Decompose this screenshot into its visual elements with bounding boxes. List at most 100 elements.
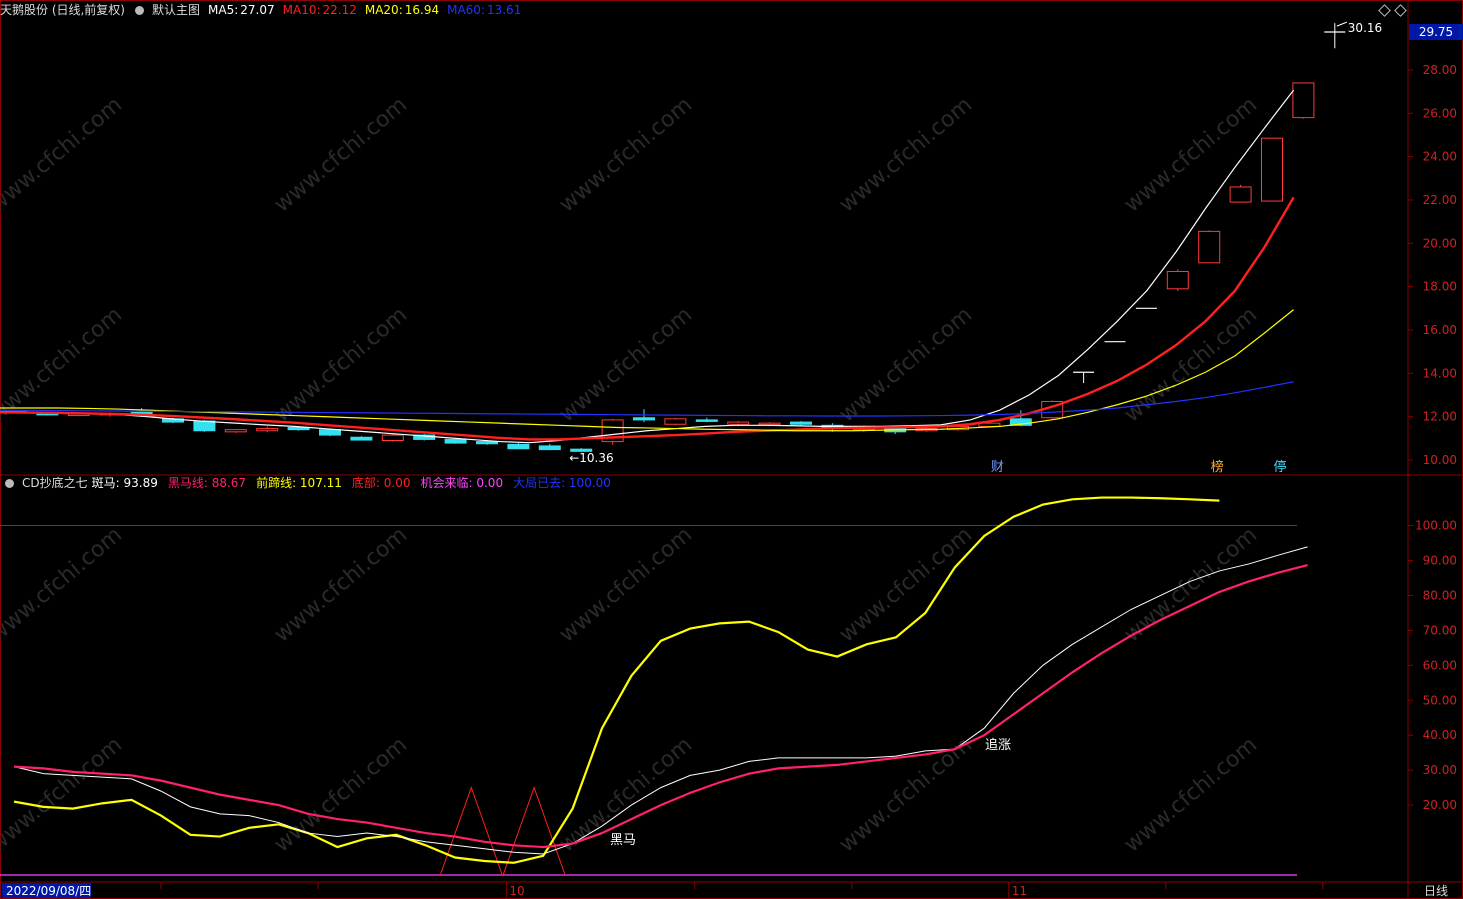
price-tick-label: 28.00 xyxy=(1423,63,1457,77)
watermark-text: www.cfchi.com xyxy=(555,92,697,217)
dropdown-icon[interactable] xyxy=(135,6,144,15)
candle-body xyxy=(256,428,279,432)
candle-body xyxy=(758,422,781,426)
indicator-tick-label: 20.00 xyxy=(1423,798,1457,812)
price-tick-label: 18.00 xyxy=(1423,280,1457,294)
date-label: 2022/09/08/四 xyxy=(6,884,91,898)
ma20-value: 16.94 xyxy=(404,3,440,17)
event-marker: 财 xyxy=(991,460,1004,475)
watermark-text: www.cfchi.com xyxy=(270,302,412,427)
indicator-tick-label: 100.00 xyxy=(1415,519,1457,533)
candle-body xyxy=(193,420,216,432)
ma60-legend: MA60: 13.61 xyxy=(447,3,521,17)
ma10-legend: MA10: 22.12 xyxy=(283,3,357,17)
high-price-label: 30.16 xyxy=(1348,21,1382,35)
price-tick-label: 24.00 xyxy=(1423,150,1457,164)
candle-body xyxy=(350,436,373,441)
price-tick-label: 20.00 xyxy=(1423,236,1457,250)
watermark-text: www.cfchi.com xyxy=(0,92,127,217)
dropdown-icon[interactable] xyxy=(5,479,14,488)
ma-line-ma20 xyxy=(0,309,1294,432)
candle-body xyxy=(790,421,812,425)
template-name[interactable]: 默认主图 xyxy=(152,3,200,17)
current-price-label: 29.75 xyxy=(1419,25,1453,39)
indicator-tick-label: 40.00 xyxy=(1423,728,1457,742)
ma10-label: MA10: xyxy=(282,3,321,17)
main-chart-header: 天鹅股份 (日线,前复权) 默认主图 MA5: 27.07 MA10: 22.12 MA20… xyxy=(0,1,529,19)
indicator-legend-4: 机会来临: 0.00 xyxy=(420,476,504,490)
candle-body xyxy=(1229,186,1252,203)
candle-body xyxy=(507,443,530,450)
ma60-value: 13.61 xyxy=(486,3,522,17)
candle-body xyxy=(224,429,247,433)
ma5-label: MA5: xyxy=(208,3,239,17)
event-marker: 停 xyxy=(1273,459,1286,475)
watermark-text: www.cfchi.com xyxy=(835,302,977,427)
candle-body xyxy=(633,417,655,421)
candle-body xyxy=(381,434,404,441)
indicator-header: CD抄底之七 斑马: 93.89 黑马线: 88.67 前蹄线: 107.11 底部: … xyxy=(0,474,629,492)
zebra-line xyxy=(13,546,1308,855)
candle-body xyxy=(1261,137,1283,202)
ma5-value: 27.07 xyxy=(240,3,275,17)
indicator-tick-label: 90.00 xyxy=(1423,553,1457,567)
month-label: 10 xyxy=(509,884,524,898)
candle-body xyxy=(476,441,498,445)
price-tick-label: 16.00 xyxy=(1423,323,1457,337)
indicator-legend-5: 大局已去: 100.00 xyxy=(513,476,611,490)
indicator-legend-0: 斑马: 93.89 xyxy=(91,476,158,490)
indicator-tick-label: 60.00 xyxy=(1423,658,1457,672)
candle-body xyxy=(727,421,750,425)
watermark-text: www.cfchi.com xyxy=(835,92,977,217)
watermark-text: www.cfchi.com xyxy=(555,302,697,427)
candle-body xyxy=(319,429,341,436)
stock-chart: www.cfchi.com www.cfchi.com www.cfchi.com w… xyxy=(0,0,1463,899)
ma60-label: MA60: xyxy=(447,3,485,17)
candle-body xyxy=(444,438,467,444)
stock-title[interactable]: 天鹅股份 (日线,前复权) xyxy=(0,3,125,17)
candle-body xyxy=(664,418,687,425)
event-marker: 榜 xyxy=(1211,459,1224,475)
indicator-legend-1: 黑马线: 88.67 xyxy=(167,476,247,490)
watermark-text: www.cfchi.com xyxy=(270,732,412,857)
ma-line-ma60 xyxy=(0,381,1294,417)
price-tick-label: 14.00 xyxy=(1423,366,1457,380)
candle-body xyxy=(1166,270,1189,290)
candle-body xyxy=(695,419,718,422)
heima-annotation: 黑马 xyxy=(610,833,636,848)
watermark-text: www.cfchi.com xyxy=(835,732,977,857)
watermark-text: www.cfchi.com xyxy=(270,92,412,217)
ma10-value: 22.12 xyxy=(322,3,357,17)
candle-body xyxy=(538,445,561,451)
watermark-text: www.cfchi.com xyxy=(0,732,127,857)
indicator-name[interactable]: CD抄底之七 xyxy=(22,476,88,490)
ma20-label: MA20: xyxy=(364,3,403,17)
indicator-legend-2: 前蹄线: 107.11 xyxy=(256,476,342,490)
indicator-tick-label: 70.00 xyxy=(1423,623,1457,637)
indicator-legend-3: 底部: 0.00 xyxy=(351,476,411,490)
ma-line-ma10 xyxy=(0,196,1295,441)
indicator-values: 斑马: 93.89 黑马线: 88.67 前蹄线: 107.11 底部: 0.00 机会… xyxy=(92,476,621,490)
ma20-legend: MA20: 16.94 xyxy=(365,3,439,17)
price-tick-label: 10.00 xyxy=(1423,453,1457,467)
month-label: 11 xyxy=(1012,884,1027,898)
indicator-tick-label: 50.00 xyxy=(1423,693,1457,707)
indicator-tick-label: 80.00 xyxy=(1423,588,1457,602)
price-tick-label: 26.00 xyxy=(1423,106,1457,120)
period-label: 日线 xyxy=(1424,884,1448,898)
watermark-text: www.cfchi.com xyxy=(1120,732,1262,857)
indicator-tick-label: 30.00 xyxy=(1423,763,1457,777)
watermark-text: www.cfchi.com xyxy=(270,522,412,647)
candle-body xyxy=(1198,230,1221,264)
watermark-text: www.cfchi.com xyxy=(555,522,697,647)
ma5-legend: MA5: 27.07 xyxy=(208,3,275,17)
zhuizhang-annotation: 追涨 xyxy=(985,737,1011,753)
low-price-label: ←10.36 xyxy=(569,451,613,465)
candle-body xyxy=(1292,82,1315,119)
price-tick-label: 22.00 xyxy=(1423,193,1457,207)
high-arrow xyxy=(1336,21,1347,27)
heima-line xyxy=(13,564,1308,849)
watermark-text: www.cfchi.com xyxy=(0,522,127,647)
watermark-text: www.cfchi.com xyxy=(1120,302,1262,427)
price-tick-label: 12.00 xyxy=(1423,410,1457,424)
